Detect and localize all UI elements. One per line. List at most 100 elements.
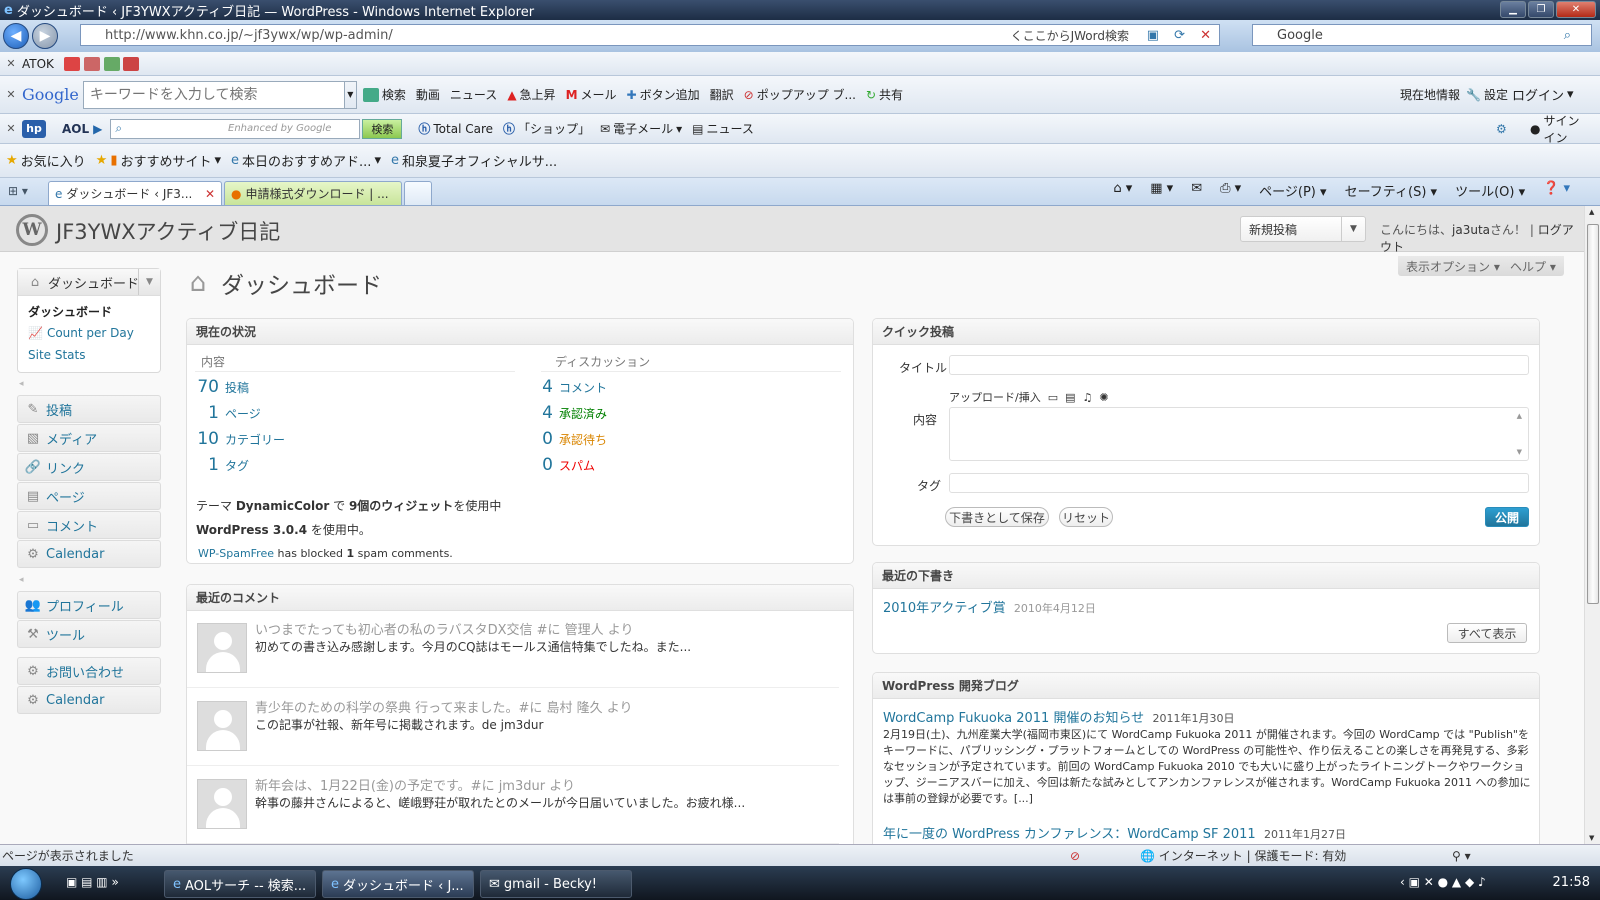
quick-title-input[interactable]	[949, 355, 1529, 375]
atok-tool-icon[interactable]	[103, 56, 120, 71]
menu-calendar[interactable]: ⚙ Calendar	[17, 540, 161, 568]
toolbar-share-button[interactable]: ↻ 共有	[866, 86, 903, 103]
submenu-site-stats[interactable]: Site Stats	[18, 344, 160, 366]
toolbar-mail-button[interactable]: M メール	[566, 86, 617, 103]
add-video-icon[interactable]: ▤	[1065, 391, 1075, 404]
aol-news-button[interactable]: ▤ ニュース	[692, 120, 754, 137]
menu-profile[interactable]: 👥 プロフィール	[17, 591, 161, 619]
popup-blocked-icon[interactable]: ⊘	[1070, 849, 1080, 863]
stat-pending[interactable]: 0 承認待ち	[541, 429, 607, 455]
aol-signin-button[interactable]: ● サインイン	[1530, 112, 1590, 146]
menu-tools[interactable]: ⚒ ツール	[17, 620, 161, 648]
menu-media[interactable]: ▧ メディア	[17, 424, 161, 452]
spamfree-link[interactable]: WP-SpamFree	[198, 547, 274, 560]
comment-post-link[interactable]: 青少年のための科学の祭典 行って来ました。#	[255, 701, 529, 716]
taskbar-item-dashboard[interactable]: e ダッシュボード ‹ J...	[322, 870, 474, 898]
zoom-icon[interactable]: ⚲ ▾	[1452, 849, 1471, 863]
add-image-icon[interactable]: ▭	[1048, 391, 1058, 404]
toolbar-video-button[interactable]: 動画	[416, 86, 440, 103]
feeds-icon[interactable]: ▦ ▾	[1150, 181, 1173, 200]
jword-search[interactable]: くここからJWord検索	[1011, 27, 1129, 44]
home-icon[interactable]: ⌂ ▾	[1113, 181, 1132, 200]
widget-title[interactable]: クイック投稿	[873, 319, 1539, 345]
close-tab-icon[interactable]: ✕	[205, 187, 215, 201]
aol-search-button[interactable]: 検索	[362, 118, 403, 139]
reset-button[interactable]: リセット	[1059, 507, 1113, 527]
quick-tabs-icon[interactable]: ⊞ ▾	[8, 184, 28, 198]
favorite-item[interactable]: e 本日のおすすめアド... ▾	[231, 151, 381, 170]
quick-launch-icons[interactable]: ▣ ▤ ▥ »	[66, 875, 119, 889]
search-icon[interactable]: ⌕	[1564, 28, 1571, 43]
stat-approved[interactable]: 4 承認済み	[541, 403, 607, 429]
menu-contact[interactable]: ⚙ お問い合わせ	[17, 657, 161, 685]
close-toolbar-icon[interactable]: ✕	[0, 122, 22, 135]
clock[interactable]: 21:58	[1553, 875, 1590, 890]
scroll-down-icon[interactable]: ▼	[1589, 834, 1594, 842]
menu-pages[interactable]: ▤ ページ	[17, 482, 161, 510]
view-all-drafts-button[interactable]: すべて表示	[1447, 623, 1527, 643]
toolbar-popup-button[interactable]: ⊘ ポップアップ ブ...	[744, 86, 856, 103]
scroll-up-icon[interactable]: ▲	[1517, 412, 1522, 420]
safety-menu[interactable]: セーフティ(S) ▾	[1345, 181, 1438, 200]
chevron-down-icon[interactable]: ▼	[1341, 217, 1365, 241]
comment-post-link[interactable]: 新年会は、1月22日(金)の予定です。#	[255, 779, 482, 794]
blog-post-link[interactable]: 年に一度の WordPress カンファレンス：WordCamp SF 2011	[883, 827, 1256, 842]
scroll-thumb[interactable]	[1587, 224, 1599, 604]
stat-posts[interactable]: 70 投稿	[195, 377, 285, 403]
aol-shop-button[interactable]: ⓗ 「ショップ」	[503, 120, 590, 137]
toolbar-translate-button[interactable]: 翻訳	[710, 86, 734, 103]
favorite-actions-dropdown[interactable]: 新規投稿 ▼	[1240, 216, 1366, 242]
atok-tool-icon[interactable]	[123, 56, 140, 71]
user-link[interactable]: ja3uta	[1452, 223, 1490, 237]
system-tray-icons[interactable]: ‹ ▣ ✕ ● ▲ ◆ ♪	[1400, 875, 1486, 889]
atok-tool-icon[interactable]	[83, 56, 100, 71]
submenu-count-per-day[interactable]: 📈 Count per Day	[18, 322, 160, 344]
start-button[interactable]	[10, 868, 42, 900]
page-menu[interactable]: ページ(P) ▾	[1259, 181, 1326, 200]
stat-tags[interactable]: 1 タグ	[195, 455, 285, 481]
menu-calendar-2[interactable]: ⚙ Calendar	[17, 686, 161, 714]
menu-comments[interactable]: ▭ コメント	[17, 511, 161, 539]
taskbar-item-becky[interactable]: ✉ gmail - Becky!	[480, 870, 632, 898]
back-button[interactable]: ◀	[3, 23, 29, 49]
theme-link[interactable]: DynamicColor	[236, 499, 329, 513]
google-search-input[interactable]	[82, 80, 345, 109]
chevron-down-icon[interactable]: ▼	[138, 269, 160, 295]
quick-tags-input[interactable]	[949, 473, 1529, 493]
close-toolbar-icon[interactable]: ✕	[0, 57, 22, 70]
taskbar-item-aol-search[interactable]: e AOLサーチ -- 検索...	[164, 870, 316, 898]
browser-search-input[interactable]: Google ⌕	[1252, 24, 1592, 46]
favorite-item[interactable]: e 和泉夏子オフィシャルサ...	[391, 151, 557, 170]
widget-title[interactable]: 最近の下書き	[873, 563, 1539, 589]
minimize-button[interactable]: ▁	[1500, 1, 1526, 18]
stop-icon[interactable]: ✕	[1200, 28, 1211, 43]
gear-icon[interactable]: ⚙	[1496, 122, 1507, 136]
widget-title[interactable]: 現在の状況	[187, 319, 853, 345]
stat-pages[interactable]: 1 ページ	[195, 403, 285, 429]
aol-search-input[interactable]: ⌕ Enhanced by Google	[110, 118, 361, 139]
stat-comments[interactable]: 4 コメント	[541, 377, 607, 403]
aol-totalcare-button[interactable]: ⓗ Total Care	[418, 120, 493, 137]
stat-spam[interactable]: 0 スパム	[541, 455, 607, 481]
toolbar-add-button[interactable]: ✚ ボタン追加	[627, 86, 700, 103]
comment-post-link[interactable]: いつまでたっても初心者の私のラバスタDX交信 #	[255, 623, 548, 638]
menu-links[interactable]: 🔗 リンク	[17, 453, 161, 481]
print-icon[interactable]: ⎙ ▾	[1220, 181, 1241, 200]
refresh-icon[interactable]: ⟳	[1174, 28, 1185, 43]
widgets-link[interactable]: 9個のウィジェット	[349, 499, 453, 513]
tab-dashboard[interactable]: e ダッシュボード ‹ JF3... ✕	[48, 181, 222, 205]
toolbar-settings-button[interactable]: 🔧 設定	[1466, 86, 1508, 103]
toolbar-login-button[interactable]: ログイン ▾	[1512, 85, 1574, 104]
menu-dashboard[interactable]: ⌂ ダッシュボード ▼	[18, 269, 160, 296]
forward-button[interactable]: ▶	[32, 23, 58, 49]
toolbar-news-button[interactable]: ニュース	[450, 86, 497, 103]
quick-content-textarea[interactable]: ▲ ▼	[949, 407, 1529, 461]
tools-menu[interactable]: ツール(O) ▾	[1455, 181, 1525, 200]
aol-mail-button[interactable]: ✉ 電子メール ▾	[600, 120, 682, 137]
close-button[interactable]: ✕	[1556, 1, 1596, 18]
close-toolbar-icon[interactable]: ✕	[0, 88, 22, 101]
scroll-down-icon[interactable]: ▼	[1517, 448, 1522, 456]
widget-title[interactable]: WordPress 開発ブログ	[873, 673, 1539, 699]
url-input[interactable]: http://www.khn.co.jp/~jf3ywx/wp/wp-admin…	[80, 24, 1220, 46]
toolbar-trending-button[interactable]: ▲ 急上昇	[507, 86, 555, 103]
